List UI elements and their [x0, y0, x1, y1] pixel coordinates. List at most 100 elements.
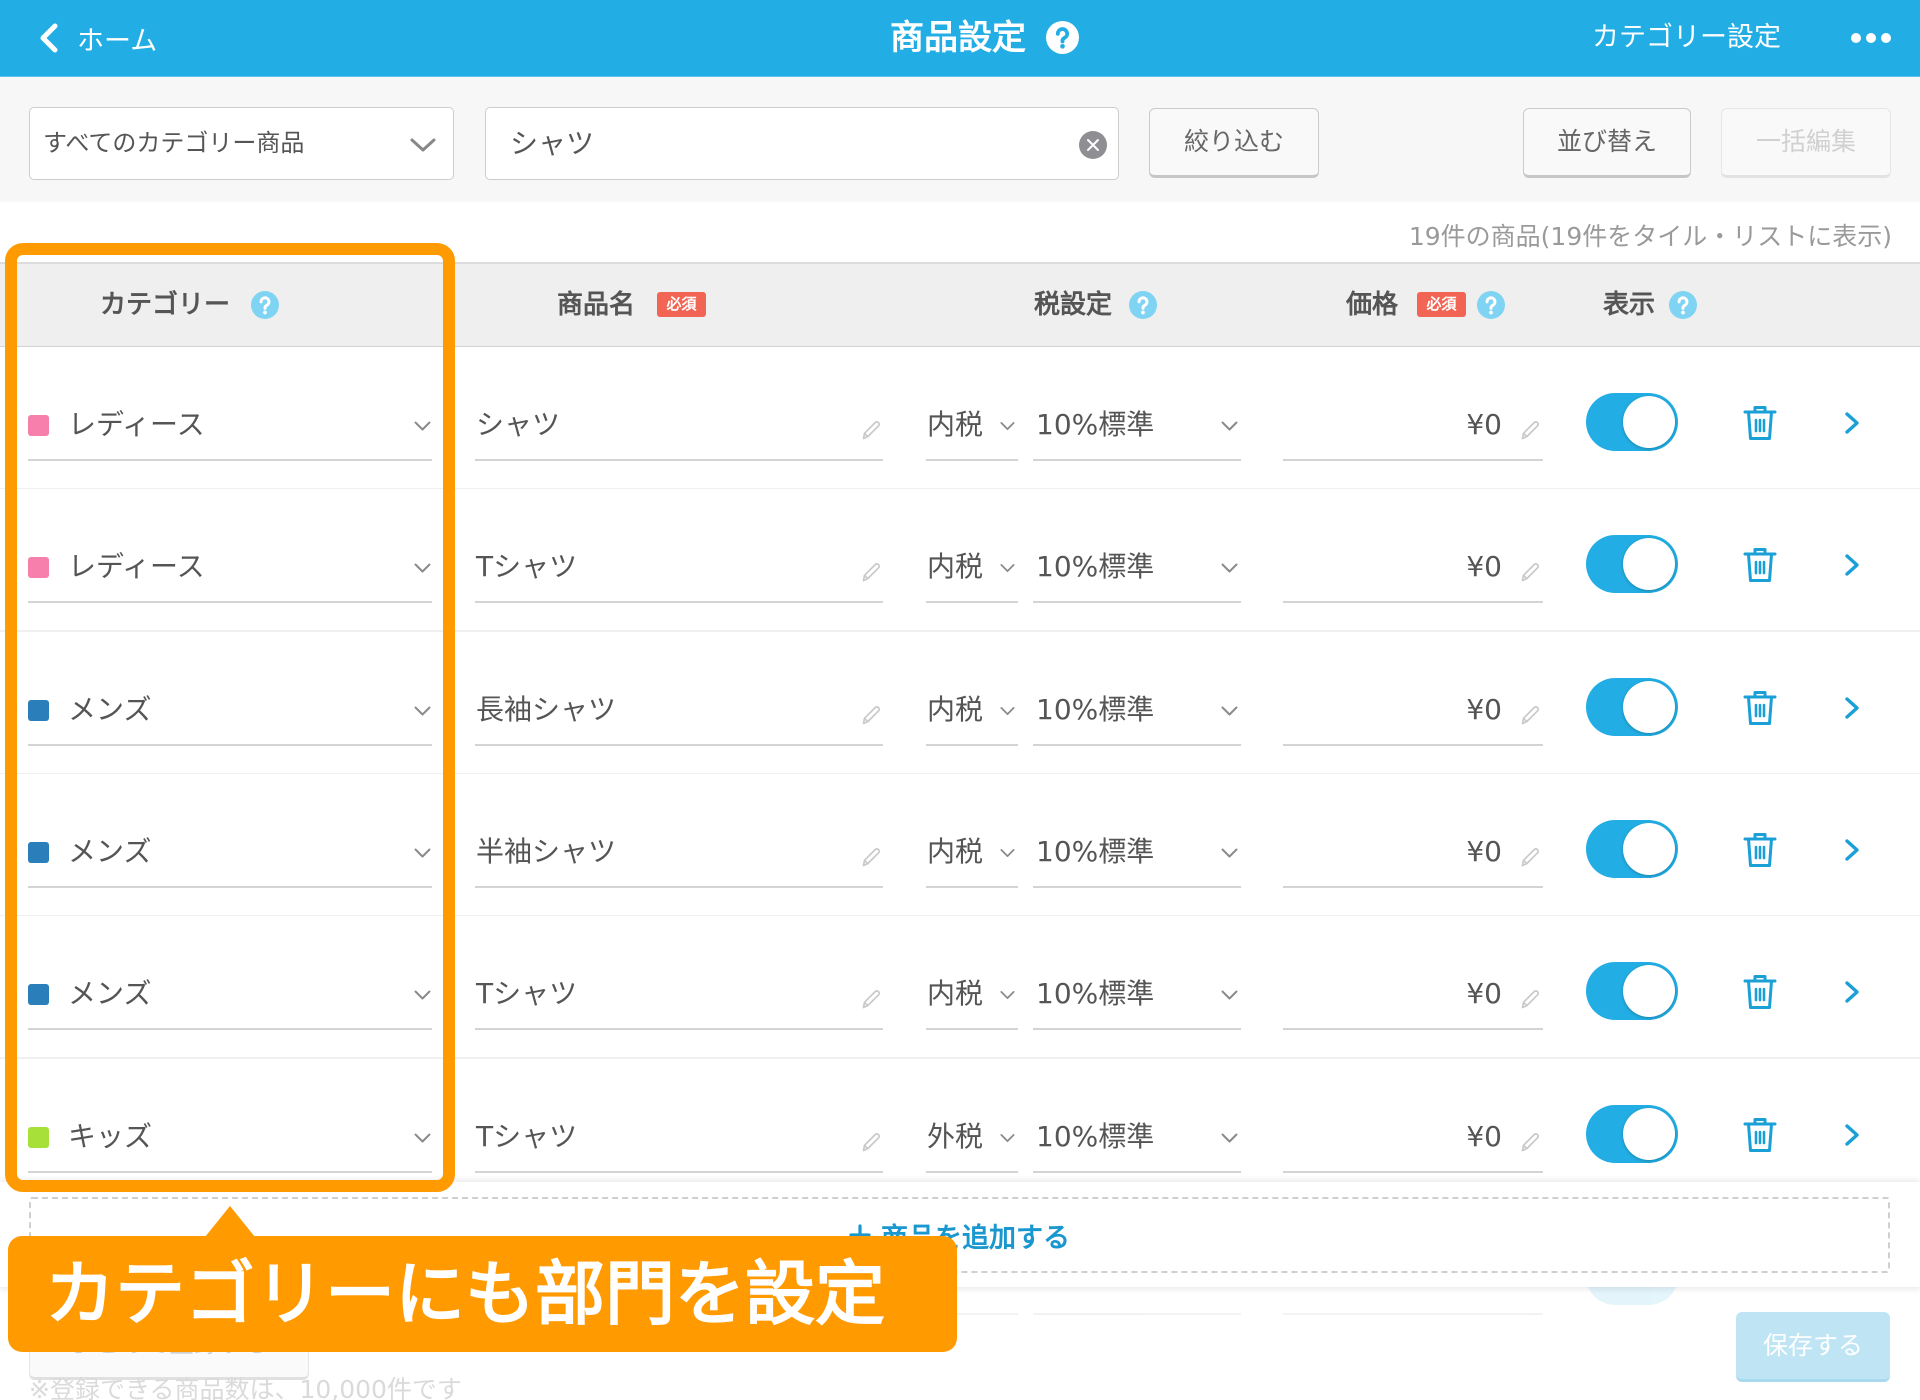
product-detail-button[interactable] [1843, 411, 1861, 435]
product-detail-button[interactable] [1843, 980, 1861, 1004]
search-input[interactable]: シャツ [485, 107, 1119, 180]
more-menu-button[interactable] [1850, 30, 1892, 46]
product-detail-button[interactable] [1843, 838, 1861, 862]
category-select[interactable]: キッズ [28, 1109, 432, 1173]
pencil-icon [1521, 563, 1540, 582]
chevron-down-icon [1221, 563, 1238, 573]
product-name-input[interactable]: Tシャツ [475, 966, 883, 1031]
price-value: ¥0 [1466, 692, 1502, 726]
bulk-edit-button[interactable]: 一括編集 [1721, 108, 1891, 178]
product-name-input[interactable]: 半袖シャツ [475, 824, 883, 888]
delete-product-button[interactable] [1743, 546, 1777, 584]
delete-product-button[interactable] [1743, 689, 1777, 727]
tax-type-select[interactable]: 内税 [926, 539, 1018, 604]
price-input[interactable]: ¥0 [1283, 824, 1543, 888]
category-select[interactable]: メンズ [28, 682, 432, 746]
tax-rate-value: 10%標準 [1036, 977, 1155, 1011]
tax-rate-value: 10%標準 [1036, 408, 1155, 441]
toggle-knob [1623, 1107, 1675, 1160]
delete-product-button[interactable] [1743, 404, 1777, 442]
help-icon [1669, 291, 1697, 319]
trash-icon [1743, 548, 1777, 583]
tax-type-select[interactable]: 内税 [926, 397, 1018, 461]
tax-rate-select[interactable]: 10%標準 [1033, 682, 1241, 746]
pencil-icon [862, 1132, 881, 1151]
delete-product-button[interactable] [1743, 831, 1777, 869]
result-count: 19件の商品(19件をタイル・リストに表示) [1408, 222, 1892, 251]
visibility-toggle[interactable] [1586, 677, 1678, 736]
trash-icon [1743, 1117, 1777, 1152]
title-help-button[interactable] [1046, 21, 1079, 54]
visibility-toggle[interactable] [1586, 535, 1678, 594]
filter-button[interactable]: 絞り込む [1149, 108, 1319, 178]
tax-rate-value: 10%標準 [1036, 834, 1155, 868]
tax-rate-value: 10%標準 [1036, 550, 1155, 584]
price-input[interactable]: ¥0 [1283, 397, 1543, 461]
product-detail-button[interactable] [1843, 1123, 1861, 1147]
visible-help-button[interactable] [1669, 291, 1697, 319]
clear-search-button[interactable] [1079, 131, 1107, 159]
chevron-down-icon [1000, 991, 1015, 1000]
product-name-input[interactable]: シャツ [475, 397, 883, 461]
product-name-value: Tシャツ [476, 1119, 578, 1153]
trash-icon [1743, 406, 1777, 440]
tax-type-select[interactable]: 外税 [926, 1109, 1018, 1173]
price-input[interactable]: ¥0 [1283, 682, 1543, 746]
chevron-down-icon [414, 563, 431, 573]
product-name-input[interactable]: 長袖シャツ [475, 682, 883, 746]
tax-rate-select[interactable]: 10%標準 [1033, 966, 1241, 1031]
tax-type-select[interactable]: 内税 [926, 824, 1018, 888]
category-select[interactable]: メンズ [28, 966, 432, 1031]
product-detail-button[interactable] [1843, 553, 1861, 577]
tax-type-select[interactable]: 内税 [926, 682, 1018, 746]
chevron-down-icon [414, 990, 431, 1000]
category-value: レディース [68, 408, 205, 441]
category-select[interactable]: レディース [28, 397, 432, 461]
chevron-right-icon [1845, 554, 1859, 576]
visibility-toggle[interactable] [1586, 393, 1678, 451]
pencil-icon [1521, 705, 1540, 724]
category-filter-value: すべてのカテゴリー商品 [43, 129, 305, 157]
category-help-button[interactable] [251, 291, 279, 319]
visibility-toggle[interactable] [1586, 962, 1678, 1021]
chevron-left-icon [40, 23, 58, 53]
chevron-down-icon [1000, 848, 1015, 857]
tax-help-button[interactable] [1129, 291, 1157, 319]
tax-rate-select[interactable]: 10%標準 [1033, 397, 1241, 461]
toggle-knob [1623, 822, 1675, 875]
tax-type-select[interactable]: 内税 [926, 966, 1018, 1031]
visibility-toggle[interactable] [1586, 1104, 1678, 1163]
pencil-icon [1521, 1132, 1540, 1151]
tax-rate-select[interactable]: 10%標準 [1033, 824, 1241, 888]
tax-rate-select[interactable]: 10%標準 [1033, 539, 1241, 604]
tax-rate-value: 10%標準 [1036, 692, 1155, 726]
pencil-icon [862, 990, 881, 1009]
product-name-input[interactable]: Tシャツ [475, 539, 883, 604]
back-button[interactable]: ホーム [38, 0, 157, 76]
price-help-button[interactable] [1477, 291, 1505, 319]
delete-product-button[interactable] [1743, 973, 1777, 1011]
product-name-input[interactable]: Tシャツ [475, 1109, 883, 1173]
category-color-swatch [28, 1126, 49, 1148]
product-detail-button[interactable] [1843, 696, 1861, 720]
category-select[interactable]: レディース [28, 539, 432, 604]
chevron-right-icon [1845, 1123, 1859, 1146]
price-input[interactable]: ¥0 [1283, 1109, 1543, 1173]
price-input[interactable]: ¥0 [1283, 539, 1543, 604]
save-button[interactable]: 保存する [1736, 1312, 1890, 1382]
more-horizontal-icon [1851, 33, 1891, 43]
category-value: メンズ [68, 977, 152, 1011]
category-select[interactable]: メンズ [28, 824, 432, 888]
delete-product-button[interactable] [1743, 1116, 1777, 1154]
visibility-toggle[interactable] [1586, 819, 1678, 878]
price-value: ¥0 [1466, 977, 1502, 1011]
sort-button[interactable]: 並び替え [1523, 108, 1691, 178]
category-settings-link[interactable]: カテゴリー設定 [1592, 0, 1781, 76]
product-row: メンズ Tシャツ 内税 10%標準 ¥0 [0, 916, 1920, 1060]
category-filter-select[interactable]: すべてのカテゴリー商品 [29, 107, 454, 180]
tax-rate-select[interactable]: 10%標準 [1033, 1109, 1241, 1173]
price-input[interactable]: ¥0 [1283, 966, 1543, 1031]
tax-type-value: 内税 [927, 977, 984, 1011]
product-row: レディース シャツ 内税 10%標準 ¥0 [0, 347, 1920, 490]
tax-rate-value: 10%標準 [1036, 1119, 1155, 1153]
